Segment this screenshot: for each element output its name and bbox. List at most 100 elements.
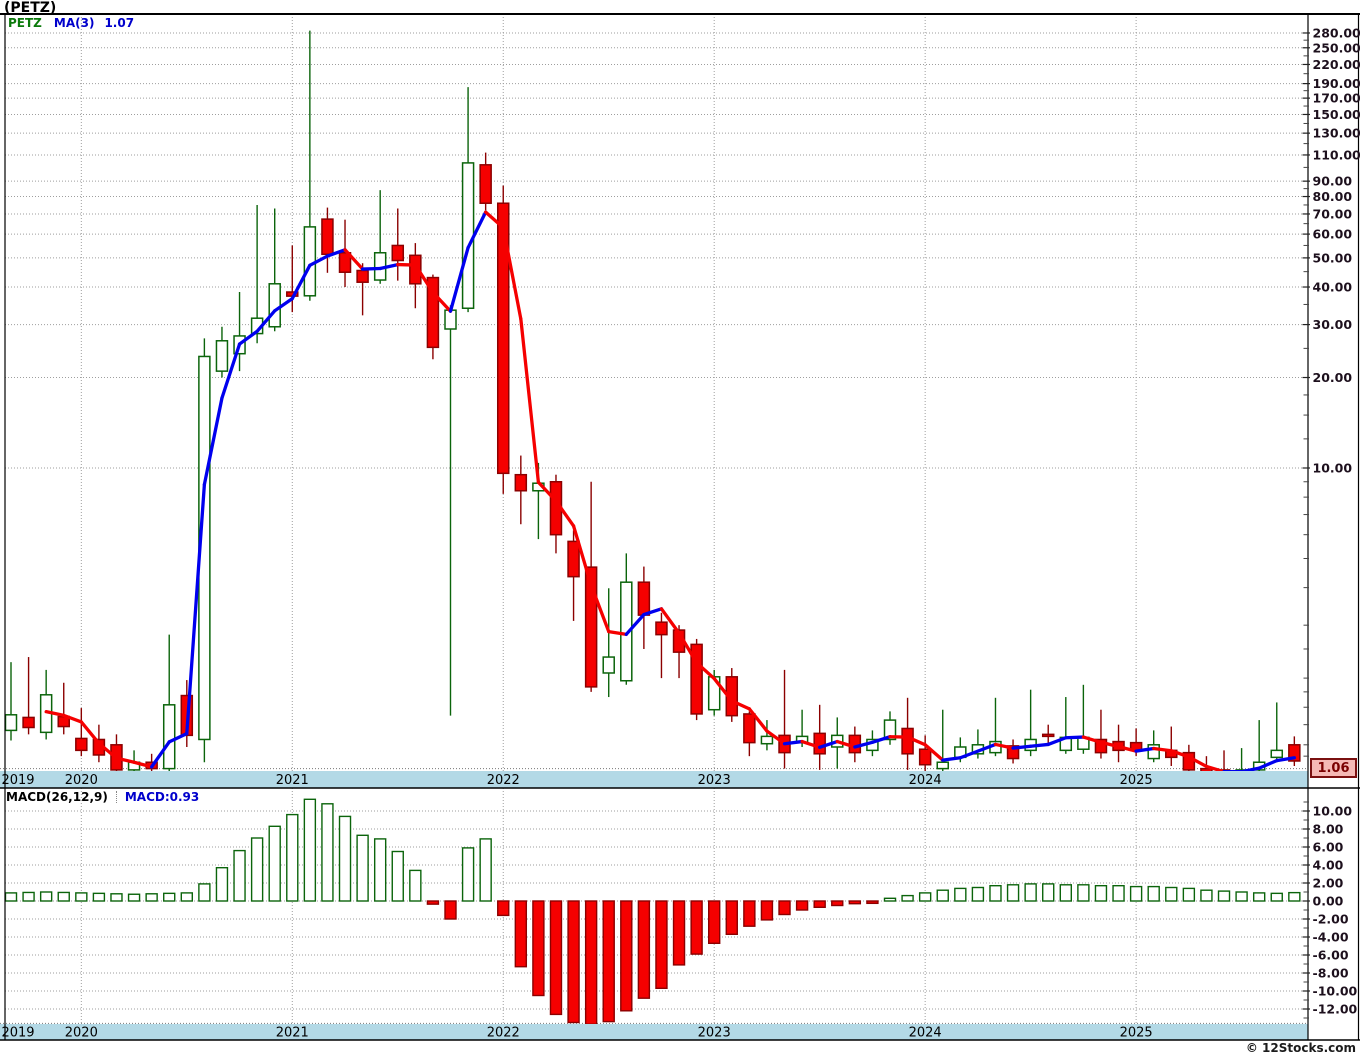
macd-bar <box>1042 883 1055 902</box>
legend-ma-value: 1.07 <box>104 16 135 30</box>
macd-bar <box>110 893 123 902</box>
macd-bar <box>584 900 598 1024</box>
price-axis-label: 90.00 <box>1313 174 1353 189</box>
macd-bar <box>5 892 18 902</box>
macd-bar <box>602 900 615 1023</box>
macd-bar <box>1217 890 1231 902</box>
macd-panel-legend: MACD(26,12,9) MACD:0.93 <box>6 790 199 804</box>
macd-bar <box>1077 884 1090 902</box>
year-label: 2024 <box>909 1026 942 1041</box>
year-label: 2019 <box>1 773 34 788</box>
macd-date-band <box>0 1024 1308 1040</box>
macd-bar <box>1200 889 1213 902</box>
macd-bar <box>778 900 791 916</box>
macd-bar <box>127 893 141 902</box>
macd-bar <box>795 900 809 911</box>
price-axis-label: 70.00 <box>1313 206 1353 221</box>
macd-bar <box>233 849 246 902</box>
price-axis-label: 150.00 <box>1313 107 1360 122</box>
macd-bar <box>268 825 281 902</box>
macd-bar <box>250 837 264 902</box>
macd-bar <box>637 900 651 999</box>
macd-bar <box>1270 892 1283 902</box>
macd-bar <box>426 900 440 905</box>
macd-bar <box>936 889 949 902</box>
price-axis-label: 10.00 <box>1313 461 1353 476</box>
macd-bar <box>145 893 158 902</box>
year-label: 2025 <box>1120 1026 1153 1041</box>
macd-bar <box>655 900 668 990</box>
macd-bar <box>813 900 826 908</box>
price-date-band <box>0 771 1308 788</box>
macd-bar <box>708 900 721 944</box>
price-axis-label: 50.00 <box>1313 250 1353 265</box>
macd-bar <box>901 894 914 902</box>
macd-bar <box>1235 891 1248 902</box>
macd-bar <box>831 900 844 907</box>
macd-bar <box>1006 884 1020 902</box>
price-axis-label: 130.00 <box>1313 126 1360 141</box>
macd-axis-label: -10.00 <box>1313 984 1358 999</box>
macd-bar <box>1288 891 1301 902</box>
year-label: 2021 <box>276 773 309 788</box>
macd-bar <box>391 850 404 902</box>
stock-chart-petz: 2019 2020 2021 2022 2023 2024 2025 2019 2020 2021… <box>0 0 1360 1056</box>
macd-axis-label: 10.00 <box>1313 804 1353 819</box>
price-axis-label: 190.00 <box>1313 76 1360 91</box>
macd-bar <box>479 838 492 902</box>
price-axis-label: 30.00 <box>1313 317 1353 332</box>
macd-bar <box>514 900 528 968</box>
price-axis-label: 60.00 <box>1313 227 1353 242</box>
macd-bar <box>1094 885 1108 902</box>
macd-bar <box>1182 887 1196 902</box>
macd-bar <box>215 867 229 902</box>
macd-bar <box>338 815 352 902</box>
macd-bar <box>409 869 422 902</box>
macd-bar <box>303 798 317 902</box>
macd-bar <box>497 900 510 917</box>
macd-bar <box>321 803 334 902</box>
year-label: 2023 <box>698 1026 731 1041</box>
year-label: 2020 <box>65 1026 98 1041</box>
year-label: 2019 <box>1 1026 34 1041</box>
macd-axis-label: 8.00 <box>1313 822 1344 837</box>
legend-symbol: PETZ <box>8 16 42 30</box>
macd-bar <box>198 883 211 902</box>
price-axis-label: 280.00 <box>1313 25 1360 40</box>
candle <box>690 638 703 721</box>
macd-bar <box>725 900 738 935</box>
price-axis-label: 110.00 <box>1313 147 1360 162</box>
year-label: 2020 <box>65 773 98 788</box>
macd-bar <box>1147 885 1160 902</box>
macd-bar <box>954 887 967 902</box>
year-label: 2024 <box>909 773 942 788</box>
macd-axis-label: 2.00 <box>1313 876 1344 891</box>
macd-legend-value: MACD:0.93 <box>124 790 200 804</box>
macd-bar <box>1059 884 1073 902</box>
macd-bar <box>971 886 985 902</box>
macd-bar <box>1024 883 1037 902</box>
macd-bar <box>918 892 932 902</box>
macd-bar <box>180 892 194 902</box>
price-axis-label: 80.00 <box>1313 189 1353 204</box>
macd-bar <box>567 900 580 1024</box>
last-price-badge: 1.06 <box>1310 758 1357 778</box>
macd-bar <box>883 897 897 902</box>
year-label: 2022 <box>487 773 520 788</box>
price-panel-legend: PETZ MA(3) 1.07 <box>8 16 134 30</box>
macd-bar <box>760 900 774 921</box>
macd-bar <box>461 847 475 902</box>
year-label: 2021 <box>276 1026 309 1041</box>
price-axis-label: 40.00 <box>1313 280 1353 295</box>
macd-bar <box>286 813 299 902</box>
year-label: 2023 <box>698 773 731 788</box>
macd-axis-label: -12.00 <box>1313 1002 1358 1017</box>
macd-bar <box>373 838 387 902</box>
macd-bar <box>356 834 369 902</box>
copyright-watermark: © 12Stocks.com <box>1245 1041 1356 1055</box>
macd-bar <box>848 900 862 905</box>
year-label: 2025 <box>1120 773 1153 788</box>
page-title: (PETZ) <box>4 0 57 16</box>
macd-bar <box>57 891 70 902</box>
price-axis-label: 220.00 <box>1313 57 1360 72</box>
